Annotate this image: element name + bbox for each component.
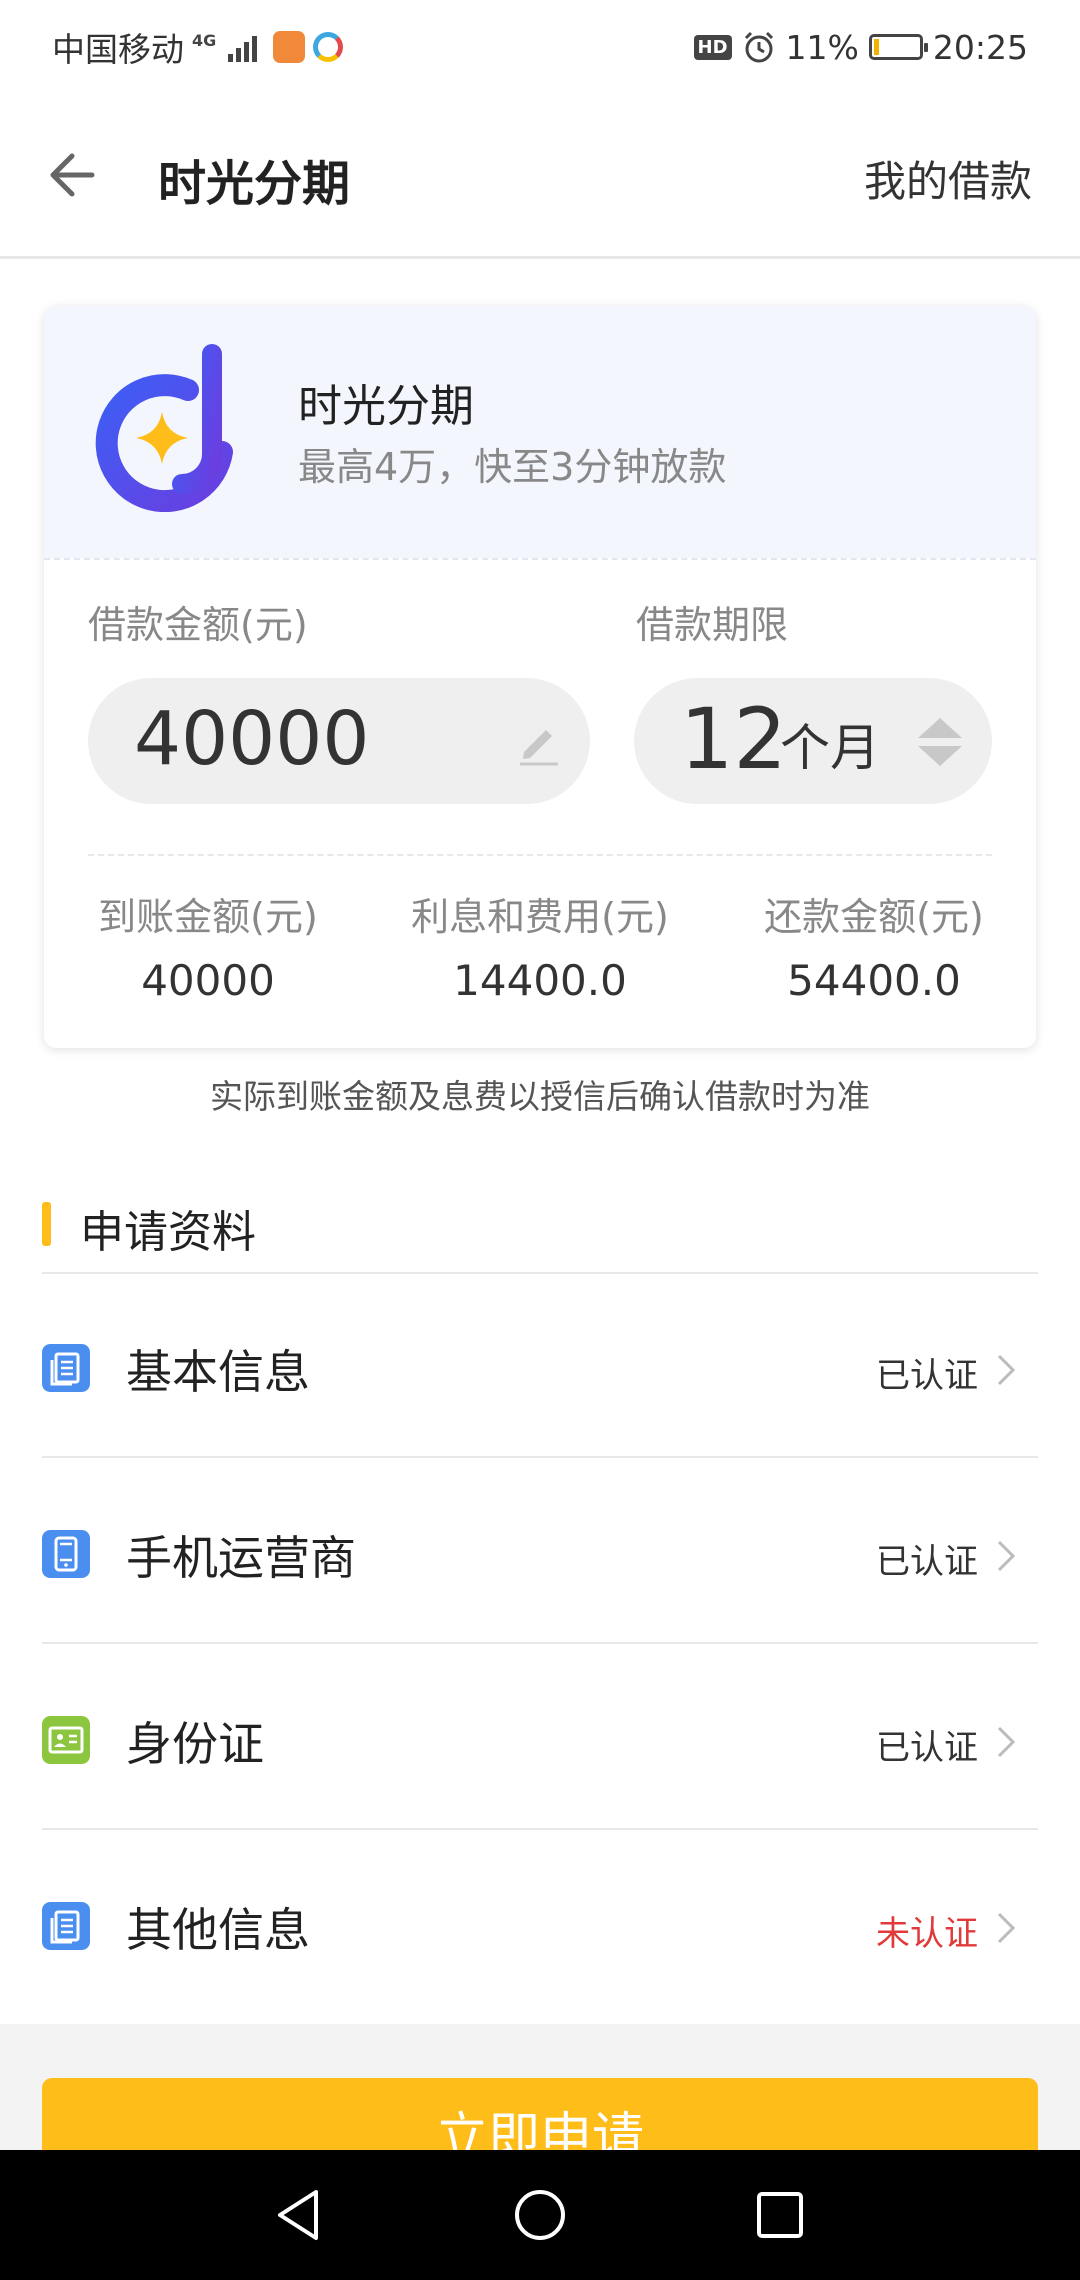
term-value: 12 (680, 690, 787, 788)
up-down-arrows-icon (918, 718, 962, 766)
app-notification-icon (273, 31, 306, 63)
list-item-other-info[interactable]: 其他信息 未认证 (42, 1830, 1038, 2016)
document-icon (42, 1902, 90, 1950)
row-label: 手机运营商 (126, 1531, 356, 1585)
nav-back-icon[interactable] (264, 2180, 334, 2250)
dashed-separator (88, 854, 992, 856)
term-unit: 个月 (780, 719, 880, 777)
status-left: 中国移动 4G (52, 22, 344, 72)
row-label: 身份证 (126, 1717, 264, 1771)
section-accent-bar (42, 1202, 51, 1246)
id-card-icon (42, 1716, 90, 1764)
nav-bar: 时光分期 我的借款 (0, 92, 1080, 259)
page-title: 时光分期 (158, 156, 351, 212)
phone-icon (42, 1530, 90, 1578)
chevron-right-icon (997, 1354, 1016, 1386)
stat-value-interest: 14400.0 (453, 956, 627, 1005)
nav-home-icon[interactable] (505, 2180, 575, 2250)
list-item-basic-info[interactable]: 基本信息 已认证 (42, 1272, 1038, 1458)
clock: 20:25 (932, 27, 1028, 67)
document-icon (42, 1344, 90, 1392)
chevron-right-icon (997, 1726, 1016, 1758)
header-divider (44, 558, 1036, 560)
stat-value-received: 40000 (141, 956, 275, 1005)
list-item-id-card[interactable]: 身份证 已认证 (42, 1644, 1038, 1830)
battery-percent: 11% (785, 27, 859, 67)
signal-icon (228, 32, 258, 62)
system-nav-bar (0, 2150, 1080, 2280)
carrier-name: 中国移动 (52, 30, 184, 69)
product-name: 时光分期 (298, 381, 474, 432)
chevron-right-icon (997, 1540, 1016, 1572)
status-right: HD 11% 20:25 (693, 22, 1028, 72)
row-status: 已认证 (876, 1542, 978, 1582)
product-header: 时光分期 最高4万，快至3分钟放款 (44, 306, 1036, 558)
application-section: 申请资料 基本信息 已认证 手机运营商 已认证 身份证 已认证 其他信息 未认证 (0, 1168, 1080, 2024)
loan-card: 时光分期 最高4万，快至3分钟放款 借款金额(元) 借款期限 40000 12 … (44, 306, 1036, 1048)
app-notification-icon-2 (313, 32, 344, 62)
battery-fill (873, 39, 879, 55)
nav-recents-icon[interactable] (745, 2180, 815, 2250)
network-type: 4G (192, 30, 217, 50)
row-status: 未认证 (876, 1914, 978, 1954)
edit-pencil-icon (520, 730, 558, 766)
status-bar: 中国移动 4G HD 11% 20:25 (0, 0, 1080, 92)
amount-label: 借款金额(元) (88, 603, 308, 647)
amount-input[interactable]: 40000 (88, 678, 590, 804)
battery-icon (868, 34, 928, 60)
list-item-mobile-carrier[interactable]: 手机运营商 已认证 (42, 1458, 1038, 1644)
stat-label-repayment: 还款金额(元) (764, 895, 984, 939)
stat-label-received: 到账金额(元) (98, 895, 318, 939)
term-selector[interactable]: 12 个月 (634, 678, 992, 804)
row-label: 基本信息 (126, 1345, 310, 1399)
stat-value-repayment: 54400.0 (787, 956, 961, 1005)
amount-value: 40000 (134, 696, 370, 782)
product-subtitle: 最高4万，快至3分钟放款 (298, 445, 727, 489)
hd-icon: HD (693, 34, 732, 60)
alarm-icon (744, 31, 773, 63)
stat-label-interest: 利息和费用(元) (411, 895, 669, 939)
back-arrow-icon[interactable] (40, 140, 110, 210)
row-status: 已认证 (876, 1728, 978, 1768)
section-title: 申请资料 (80, 1207, 256, 1258)
row-label: 其他信息 (126, 1903, 310, 1957)
term-label: 借款期限 (636, 603, 789, 647)
product-logo-icon (95, 344, 253, 512)
my-loans-link[interactable]: 我的借款 (864, 148, 1032, 209)
disclaimer-text: 实际到账金额及息费以授信后确认借款时为准 (210, 1077, 870, 1116)
chevron-right-icon (997, 1912, 1016, 1944)
row-status: 已认证 (876, 1356, 978, 1396)
